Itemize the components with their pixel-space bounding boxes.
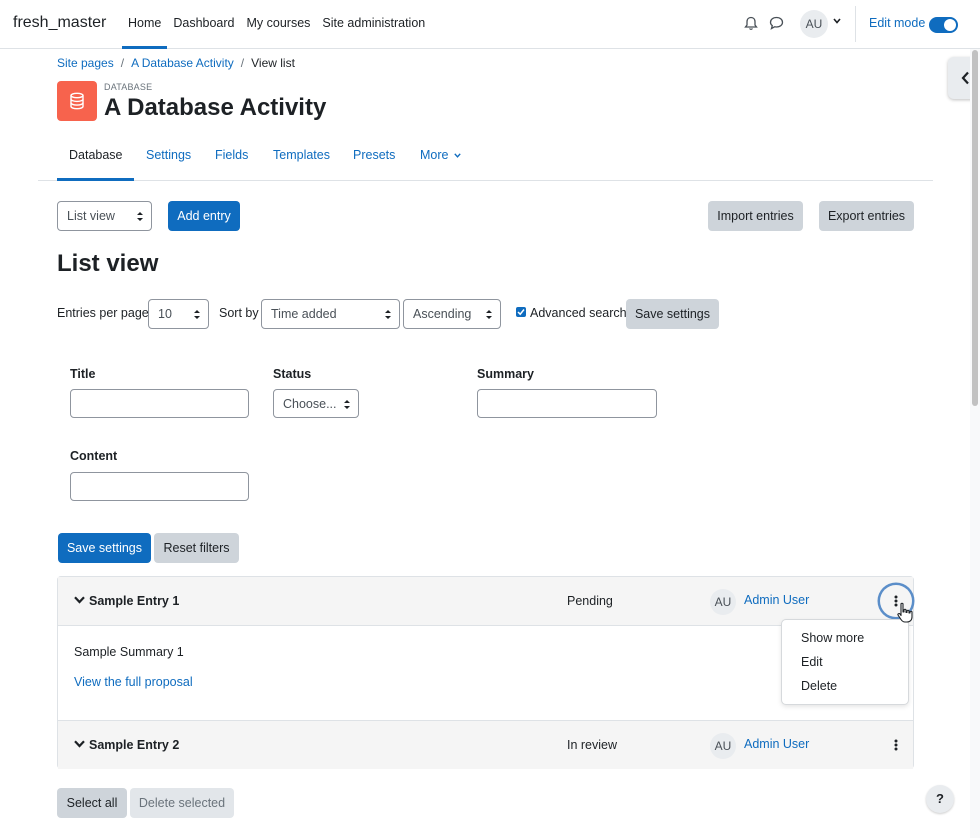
sort-by-select[interactable]: Time added — [261, 299, 400, 329]
menu-item-show-more[interactable]: Show more — [801, 631, 864, 645]
content-search-input[interactable] — [70, 472, 249, 501]
select-caret-icon — [385, 310, 391, 319]
entry-header[interactable]: Sample Entry 2 In review AU Admin User — [58, 720, 913, 769]
tab-more-label: More — [420, 148, 449, 162]
checkmark-icon — [517, 309, 525, 316]
advanced-search-label[interactable]: Advanced search — [530, 306, 627, 320]
add-entry-button[interactable]: Add entry — [168, 201, 240, 231]
entry-title[interactable]: Sample Entry 1 — [89, 594, 179, 608]
avatar: AU — [710, 589, 736, 615]
user-avatar[interactable]: AU — [800, 10, 828, 38]
menu-item-edit[interactable]: Edit — [801, 655, 823, 669]
status-field-label: Status — [273, 367, 312, 381]
top-navbar: fresh_master Home Dashboard My courses S… — [0, 0, 980, 49]
database-icon — [70, 92, 84, 110]
entry-status: In review — [567, 738, 618, 752]
advanced-search-checkbox[interactable] — [516, 307, 526, 317]
avatar: AU — [710, 733, 736, 759]
chevron-down-icon[interactable] — [74, 596, 85, 604]
view-full-proposal-link[interactable]: View the full proposal — [74, 675, 193, 689]
notifications-bell-icon[interactable] — [744, 16, 758, 31]
entry-actions-button[interactable] — [880, 729, 912, 761]
edit-mode-label: Edit mode — [869, 16, 926, 30]
entries-per-page-value: 10 — [158, 307, 172, 321]
select-all-button[interactable]: Select all — [57, 788, 127, 818]
sort-by-label: Sort by — [219, 306, 259, 320]
title-search-input[interactable] — [70, 389, 249, 418]
tab-presets[interactable]: Presets — [353, 148, 395, 162]
nav-site-administration[interactable]: Site administration — [316, 0, 431, 48]
messages-chat-icon[interactable] — [769, 16, 784, 30]
breadcrumb-separator: / — [240, 56, 245, 70]
delete-selected-button[interactable]: Delete selected — [130, 788, 234, 818]
tab-database[interactable]: Database — [69, 148, 123, 162]
nav-home[interactable]: Home — [122, 0, 168, 49]
navbar-divider — [855, 6, 856, 42]
view-selector-value: List view — [67, 209, 115, 223]
reset-filters-button[interactable]: Reset filters — [154, 533, 239, 563]
select-caret-icon — [486, 310, 492, 319]
site-brand[interactable]: fresh_master — [13, 14, 106, 32]
menu-item-delete[interactable]: Delete — [801, 679, 837, 693]
sort-by-value: Time added — [271, 307, 337, 321]
module-type-label: DATABASE — [104, 82, 153, 92]
save-settings-top-button[interactable]: Save settings — [626, 299, 719, 329]
entry-author-link[interactable]: Admin User — [744, 593, 809, 607]
secondary-navigation: Database Settings Fields Templates Prese… — [38, 130, 933, 181]
nav-dashboard[interactable]: Dashboard — [167, 0, 240, 48]
list-view-heading: List view — [57, 250, 159, 277]
entry-summary: Sample Summary 1 — [74, 645, 184, 659]
page-title: A Database Activity — [104, 94, 327, 121]
breadcrumb-current: View list — [251, 56, 295, 70]
sort-order-value: Ascending — [413, 307, 472, 321]
page-scrollbar-thumb[interactable] — [972, 50, 978, 406]
save-settings-button[interactable]: Save settings — [58, 533, 151, 563]
view-selector[interactable]: List view — [57, 201, 152, 231]
status-select[interactable]: Choose... — [273, 389, 359, 418]
tab-templates[interactable]: Templates — [273, 148, 330, 162]
tab-settings[interactable]: Settings — [146, 148, 191, 162]
breadcrumb-site-pages[interactable]: Site pages — [57, 56, 114, 70]
entries-per-page-select[interactable]: 10 — [148, 299, 209, 329]
content-field-label: Content — [70, 449, 118, 463]
entries-per-page-label: Entries per page — [57, 306, 149, 320]
sort-order-select[interactable]: Ascending — [403, 299, 501, 329]
primary-navigation: Home Dashboard My courses Site administr… — [122, 0, 431, 49]
status-select-value: Choose... — [283, 397, 337, 411]
breadcrumb: Site pages / A Database Activity / View … — [57, 56, 295, 70]
entry-status: Pending — [567, 594, 613, 608]
select-caret-icon — [194, 310, 200, 319]
help-button[interactable]: ? — [926, 785, 954, 813]
entry-author-link[interactable]: Admin User — [744, 737, 809, 751]
tab-more[interactable]: More — [420, 148, 461, 162]
chevron-left-icon — [961, 71, 969, 85]
nav-my-courses[interactable]: My courses — [241, 0, 317, 48]
kebab-menu-icon — [894, 739, 898, 751]
export-entries-button[interactable]: Export entries — [819, 201, 914, 231]
import-entries-button[interactable]: Import entries — [708, 201, 803, 231]
entry-title[interactable]: Sample Entry 2 — [89, 738, 179, 752]
entry-actions-menu: Show more Edit Delete — [781, 619, 909, 705]
edit-mode-toggle[interactable] — [929, 17, 958, 33]
chevron-down-icon — [454, 153, 461, 159]
summary-field-label: Summary — [477, 367, 534, 381]
database-activity-icon — [57, 81, 97, 121]
active-tab-indicator — [57, 178, 134, 181]
select-caret-icon — [137, 212, 143, 221]
breadcrumb-separator: / — [120, 56, 125, 70]
user-menu-chevron-down-icon[interactable] — [833, 18, 841, 24]
title-field-label: Title — [70, 367, 96, 381]
summary-search-input[interactable] — [477, 389, 657, 418]
select-caret-icon — [344, 400, 350, 409]
breadcrumb-activity[interactable]: A Database Activity — [131, 56, 234, 70]
tab-fields[interactable]: Fields — [215, 148, 248, 162]
chevron-down-icon[interactable] — [74, 740, 85, 748]
hand-pointer-cursor-icon — [897, 602, 913, 623]
